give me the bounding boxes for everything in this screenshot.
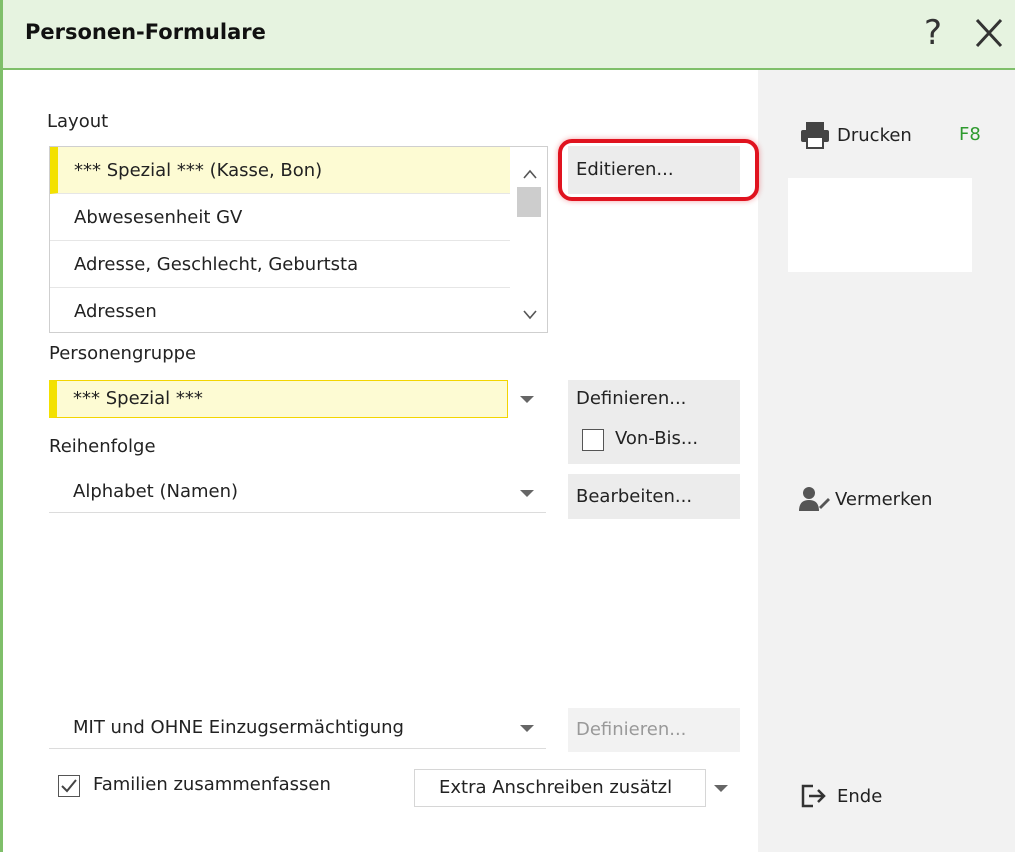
preview-area <box>788 178 972 272</box>
exit-icon <box>801 784 826 808</box>
chevron-down-icon[interactable] <box>508 709 546 747</box>
list-item[interactable]: Abwesesenheit GV <box>50 194 510 241</box>
printer-icon <box>801 122 829 149</box>
extra-select[interactable]: Extra Anschreiben zusätzl <box>414 769 706 807</box>
checkmark-icon <box>61 779 77 793</box>
vonbis-checkbox[interactable] <box>582 429 604 451</box>
end-label: Ende <box>837 785 883 807</box>
vonbis-label: Von-Bis... <box>615 428 699 449</box>
einzug-select[interactable]: MIT und OHNE Einzugsermächtigung <box>49 708 508 748</box>
scroll-thumb[interactable] <box>517 187 541 217</box>
reihenfolge-select[interactable]: Alphabet (Namen) <box>49 474 508 512</box>
note-button[interactable]: Vermerken <box>799 485 932 513</box>
window-title: Personen-Formulare <box>25 20 266 44</box>
person-edit-icon <box>799 487 830 511</box>
edit-layout-button[interactable]: Editieren... <box>568 146 740 194</box>
edit-order-button[interactable]: Bearbeiten... <box>568 474 740 519</box>
print-label: Drucken <box>837 124 912 146</box>
personengruppe-label: Personengruppe <box>49 343 197 364</box>
define-einzug-button[interactable]: Definieren... <box>568 708 740 752</box>
layout-list[interactable]: *** Spezial *** (Kasse, Bon) Abwesesenhe… <box>49 146 548 333</box>
print-button[interactable]: Drucken <box>799 120 912 150</box>
close-icon[interactable] <box>965 10 1013 56</box>
title-bar: Personen-Formulare ? <box>3 0 1015 70</box>
chevron-down-icon[interactable] <box>508 380 546 418</box>
divider <box>49 512 546 513</box>
chevron-down-icon[interactable] <box>702 769 740 807</box>
note-label: Vermerken <box>835 488 933 510</box>
divider <box>49 748 546 749</box>
chevron-down-icon[interactable] <box>508 474 546 512</box>
personengruppe-select[interactable]: *** Spezial *** <box>49 380 508 418</box>
list-item[interactable]: Adresse, Geschlecht, Geburtsta <box>50 241 510 288</box>
help-icon[interactable]: ? <box>911 10 955 56</box>
end-button[interactable]: Ende <box>799 782 882 810</box>
define-group-button[interactable]: Definieren... <box>568 380 740 464</box>
define-group-label: Definieren... <box>576 388 687 409</box>
scroll-down-icon[interactable] <box>513 302 547 328</box>
layout-label: Layout <box>47 111 109 132</box>
print-shortcut: F8 <box>959 124 981 145</box>
reihenfolge-label: Reihenfolge <box>49 436 156 457</box>
familien-label: Familien zusammenfassen <box>93 774 331 795</box>
scroll-up-icon[interactable] <box>513 161 547 187</box>
familien-checkbox[interactable] <box>58 775 80 797</box>
list-scrollbar[interactable] <box>513 147 547 332</box>
list-item[interactable]: *** Spezial *** (Kasse, Bon) <box>50 147 510 194</box>
dialog-window: Personen-Formulare ? Layout *** Spezial … <box>0 0 1015 852</box>
list-item[interactable]: Adressen <box>50 288 510 332</box>
